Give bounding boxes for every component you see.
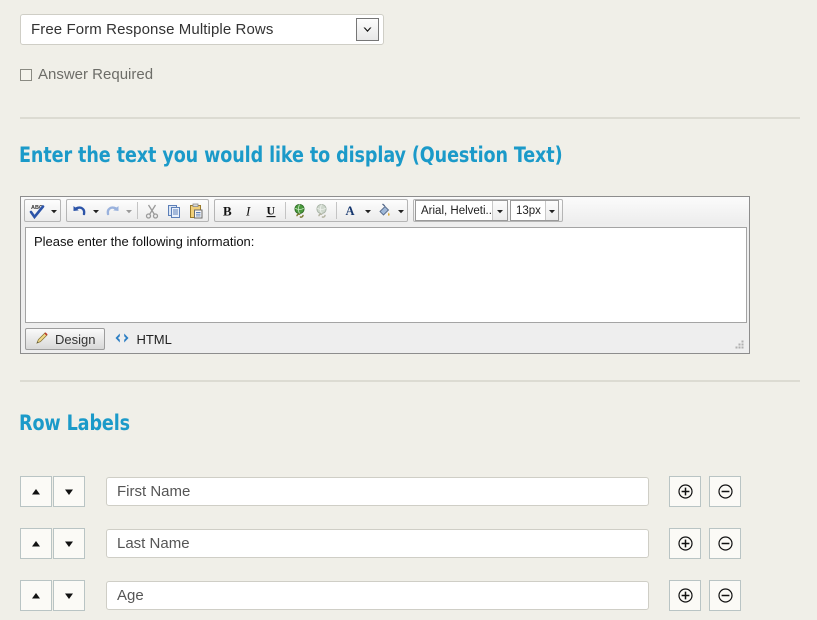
bold-icon[interactable]: B [216, 200, 238, 221]
chevron-down-icon[interactable] [356, 18, 379, 41]
redo-icon[interactable] [101, 200, 123, 221]
toolbar-group-format: B I U A [214, 199, 408, 222]
font-size-select[interactable]: 13px [510, 200, 559, 221]
paste-icon[interactable] [185, 200, 207, 221]
toolbar-separator [336, 202, 337, 219]
question-type-select[interactable]: Free Form Response Multiple Rows [20, 14, 384, 45]
move-up-icon[interactable] [20, 580, 52, 611]
row-reorder-group [20, 528, 85, 559]
toolbar-separator [285, 202, 286, 219]
remove-link-icon[interactable] [311, 200, 333, 221]
row-reorder-group [20, 580, 85, 611]
insert-link-icon[interactable] [289, 200, 311, 221]
highlight-color-icon[interactable] [373, 200, 395, 221]
page-title-row-labels: Row Labels [19, 411, 131, 435]
underline-icon[interactable]: U [260, 200, 282, 221]
editor-content-area[interactable]: Please enter the following information: [25, 227, 747, 323]
editor-toolbar: ABC B I U A Arial, Helveti... 13px [21, 197, 749, 224]
add-row-icon[interactable] [669, 528, 701, 559]
row-label-item: Last Name [20, 527, 800, 560]
answer-required-row[interactable]: Answer Required [20, 66, 153, 83]
copy-icon[interactable] [163, 200, 185, 221]
page-title-question-text: Enter the text you would like to display… [19, 143, 563, 167]
resize-grip-icon[interactable] [733, 337, 745, 349]
row-label-input[interactable]: Age [106, 581, 649, 610]
svg-text:A: A [346, 204, 355, 218]
row-label-value: Last Name [117, 535, 190, 552]
cut-icon[interactable] [141, 200, 163, 221]
tab-html-label: HTML [136, 331, 172, 347]
font-size-value: 13px [516, 204, 541, 217]
row-label-input[interactable]: First Name [106, 477, 649, 506]
toolbar-group-spellcheck: ABC [24, 199, 61, 222]
question-type-section: Free Form Response Multiple Rows [20, 14, 384, 45]
tab-design[interactable]: Design [25, 328, 106, 350]
remove-row-icon[interactable] [709, 580, 741, 611]
svg-text:I: I [245, 203, 251, 218]
font-size-dropdown-icon[interactable] [544, 201, 558, 220]
row-label-item: First Name [20, 475, 800, 508]
divider-bottom [20, 380, 800, 382]
spellcheck-dropdown-icon[interactable] [48, 200, 59, 221]
remove-row-icon[interactable] [709, 528, 741, 559]
svg-text:U: U [267, 203, 276, 217]
italic-icon[interactable]: I [238, 200, 260, 221]
editor-footer: Design HTML [21, 325, 749, 353]
move-down-icon[interactable] [53, 476, 85, 507]
font-family-value: Arial, Helveti... [421, 204, 493, 217]
add-row-icon[interactable] [669, 476, 701, 507]
font-color-icon[interactable]: A [340, 200, 362, 221]
move-up-icon[interactable] [20, 528, 52, 559]
question-type-value: Free Form Response Multiple Rows [31, 21, 274, 38]
divider-top [20, 117, 800, 119]
font-family-select[interactable]: Arial, Helveti... [415, 200, 508, 221]
font-family-dropdown-icon[interactable] [492, 201, 507, 220]
code-icon [114, 332, 130, 347]
row-reorder-group [20, 476, 85, 507]
move-up-icon[interactable] [20, 476, 52, 507]
move-down-icon[interactable] [53, 528, 85, 559]
row-label-item: Age [20, 579, 800, 612]
pencil-icon [35, 331, 49, 348]
move-down-icon[interactable] [53, 580, 85, 611]
tab-design-label: Design [55, 331, 96, 347]
toolbar-group-fonts: Arial, Helveti... 13px [413, 199, 563, 222]
undo-dropdown-icon[interactable] [90, 200, 101, 221]
answer-required-checkbox[interactable] [20, 68, 32, 81]
row-label-value: Age [117, 587, 144, 604]
highlight-color-dropdown-icon[interactable] [395, 200, 406, 221]
spellcheck-icon[interactable]: ABC [26, 200, 48, 221]
row-label-value: First Name [117, 483, 191, 500]
row-label-input[interactable]: Last Name [106, 529, 649, 558]
editor-content-text: Please enter the following information: [34, 234, 255, 249]
font-color-dropdown-icon[interactable] [362, 200, 373, 221]
undo-icon[interactable] [68, 200, 90, 221]
remove-row-icon[interactable] [709, 476, 741, 507]
tab-html[interactable]: HTML [105, 328, 180, 350]
rich-text-editor: ABC B I U A Arial, Helveti... 13px Pleas… [20, 196, 750, 354]
toolbar-separator [137, 202, 138, 219]
svg-text:B: B [223, 203, 232, 218]
answer-required-label: Answer Required [38, 66, 154, 83]
add-row-icon[interactable] [669, 580, 701, 611]
toolbar-group-history [66, 199, 209, 222]
redo-dropdown-icon[interactable] [123, 200, 134, 221]
